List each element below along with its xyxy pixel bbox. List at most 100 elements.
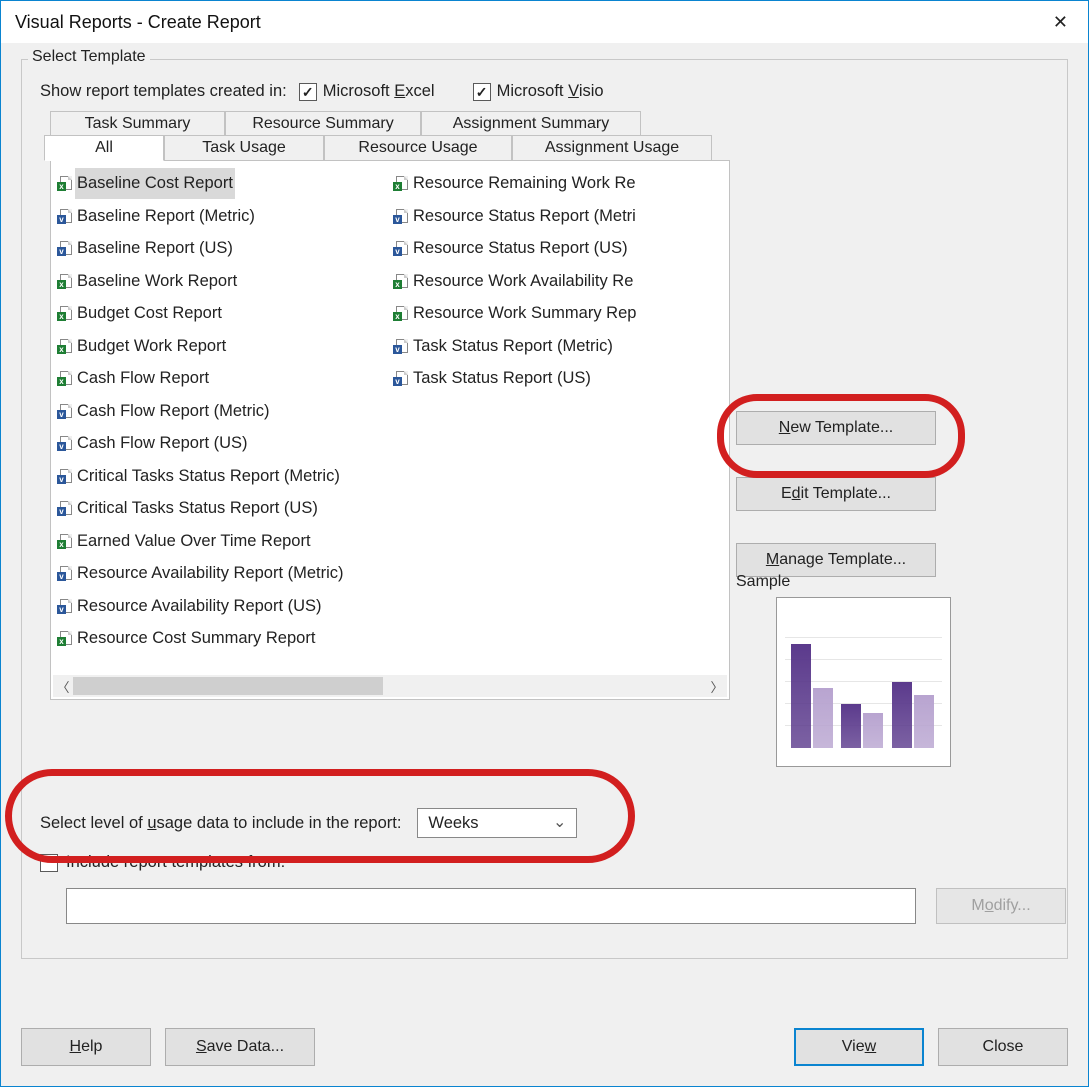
template-item[interactable]: vTask Status Report (US) xyxy=(393,362,729,395)
close-button[interactable]: Close xyxy=(938,1028,1068,1066)
excel-file-icon: x xyxy=(57,305,73,321)
visio-file-icon: v xyxy=(57,598,73,614)
edit-template-button[interactable]: Edit Template... xyxy=(736,477,936,511)
template-item-label: Cash Flow Report (Metric) xyxy=(75,396,272,427)
template-item-label: Resource Remaining Work Re xyxy=(411,168,638,199)
visio-file-icon: v xyxy=(57,240,73,256)
template-item[interactable]: vTask Status Report (Metric) xyxy=(393,330,729,363)
template-item[interactable]: xBudget Cost Report xyxy=(57,297,393,330)
visio-checkbox[interactable]: Microsoft Visio xyxy=(473,82,604,101)
filter-label: Show report templates created in: xyxy=(40,82,287,101)
template-item-label: Resource Work Summary Rep xyxy=(411,298,638,329)
template-item[interactable]: xBaseline Cost Report xyxy=(57,167,393,200)
tab-assignment-summary[interactable]: Assignment Summary xyxy=(421,111,641,136)
sample-label: Sample xyxy=(736,573,986,591)
visio-file-icon: v xyxy=(57,435,73,451)
tab-task-summary[interactable]: Task Summary xyxy=(50,111,225,136)
filter-row: Show report templates created in: Micros… xyxy=(40,82,1049,101)
template-item-label: Task Status Report (US) xyxy=(411,363,593,394)
sample-area: Sample xyxy=(736,573,986,767)
title-bar: Visual Reports - Create Report ✕ xyxy=(1,1,1088,43)
new-template-button[interactable]: New Template... xyxy=(736,411,936,445)
include-path-input[interactable] xyxy=(66,888,916,924)
tab-all[interactable]: All xyxy=(44,135,164,161)
visio-file-icon: v xyxy=(57,208,73,224)
excel-file-icon: x xyxy=(57,175,73,191)
template-item[interactable]: vCash Flow Report (US) xyxy=(57,427,393,460)
visio-file-icon: v xyxy=(393,240,409,256)
tab-resource-usage[interactable]: Resource Usage xyxy=(324,135,512,160)
template-item[interactable]: vResource Status Report (Metri xyxy=(393,200,729,233)
template-item-label: Resource Availability Report (Metric) xyxy=(75,558,346,589)
visio-file-icon: v xyxy=(393,208,409,224)
view-button[interactable]: View xyxy=(794,1028,924,1066)
horizontal-scrollbar[interactable]: 〈 〉 xyxy=(53,675,727,697)
visual-reports-dialog: Visual Reports - Create Report ✕ Select … xyxy=(0,0,1089,1087)
template-item[interactable]: vCash Flow Report (Metric) xyxy=(57,395,393,428)
excel-file-icon: x xyxy=(393,305,409,321)
usage-level-select[interactable]: Weeks xyxy=(417,808,577,838)
visio-file-icon: v xyxy=(57,468,73,484)
template-item[interactable]: xBaseline Work Report xyxy=(57,265,393,298)
tab-resource-summary[interactable]: Resource Summary xyxy=(225,111,421,136)
checkbox-icon xyxy=(40,854,58,872)
excel-checkbox[interactable]: Microsoft Excel xyxy=(299,82,435,101)
visio-file-icon: v xyxy=(57,403,73,419)
template-item[interactable]: xResource Remaining Work Re xyxy=(393,167,729,200)
template-item[interactable]: vResource Status Report (US) xyxy=(393,232,729,265)
scroll-thumb[interactable] xyxy=(73,677,383,695)
tab-assignment-usage[interactable]: Assignment Usage xyxy=(512,135,712,160)
scroll-track[interactable] xyxy=(73,675,707,697)
scroll-left-icon[interactable]: 〈 xyxy=(53,675,73,697)
sample-chart xyxy=(785,606,942,758)
template-item[interactable]: vCritical Tasks Status Report (US) xyxy=(57,492,393,525)
template-item-label: Task Status Report (Metric) xyxy=(411,331,615,362)
template-item-label: Resource Work Availability Re xyxy=(411,266,635,297)
usage-level-row: Select level of usage data to include in… xyxy=(40,808,577,838)
manage-template-button[interactable]: Manage Template... xyxy=(736,543,936,577)
scroll-right-icon[interactable]: 〉 xyxy=(707,675,727,697)
template-item[interactable]: xResource Work Summary Rep xyxy=(393,297,729,330)
include-templates-checkbox[interactable] xyxy=(40,854,58,872)
template-item-label: Resource Availability Report (US) xyxy=(75,591,324,622)
window-title: Visual Reports - Create Report xyxy=(15,12,261,33)
excel-file-icon: x xyxy=(57,338,73,354)
template-item[interactable]: xBudget Work Report xyxy=(57,330,393,363)
save-data-button[interactable]: Save Data... xyxy=(165,1028,315,1066)
template-item[interactable]: xResource Cost Summary Report xyxy=(57,622,393,655)
template-item-label: Baseline Report (US) xyxy=(75,233,235,264)
template-item[interactable]: vResource Availability Report (US) xyxy=(57,590,393,623)
template-item-label: Cash Flow Report xyxy=(75,363,211,394)
help-button[interactable]: Help xyxy=(21,1028,151,1066)
sample-preview xyxy=(776,597,951,767)
include-templates-row: Include report templates from: xyxy=(40,853,285,872)
checkbox-icon xyxy=(473,83,491,101)
template-item[interactable]: xCash Flow Report xyxy=(57,362,393,395)
template-item[interactable]: vBaseline Report (Metric) xyxy=(57,200,393,233)
template-item-label: Baseline Report (Metric) xyxy=(75,201,257,232)
excel-file-icon: x xyxy=(393,273,409,289)
excel-file-icon: x xyxy=(57,370,73,386)
template-item[interactable]: xEarned Value Over Time Report xyxy=(57,525,393,558)
template-item-label: Baseline Cost Report xyxy=(75,168,235,199)
tab-task-usage[interactable]: Task Usage xyxy=(164,135,324,160)
template-item[interactable]: vResource Availability Report (Metric) xyxy=(57,557,393,590)
close-icon[interactable]: ✕ xyxy=(1045,10,1076,35)
visio-file-icon: v xyxy=(393,338,409,354)
template-item[interactable]: vBaseline Report (US) xyxy=(57,232,393,265)
fieldset-legend: Select Template xyxy=(28,48,150,66)
template-item-label: Budget Work Report xyxy=(75,331,228,362)
template-item-label: Resource Cost Summary Report xyxy=(75,623,317,654)
template-item-label: Baseline Work Report xyxy=(75,266,239,297)
template-item-label: Budget Cost Report xyxy=(75,298,224,329)
visio-file-icon: v xyxy=(57,565,73,581)
template-item-label: Critical Tasks Status Report (US) xyxy=(75,493,320,524)
template-item[interactable]: vCritical Tasks Status Report (Metric) xyxy=(57,460,393,493)
tab-row-1: Task Summary Resource Summary Assignment… xyxy=(50,111,1049,136)
footer-buttons: Help Save Data... View Close xyxy=(21,1028,1068,1066)
template-list[interactable]: xBaseline Cost ReportvBaseline Report (M… xyxy=(50,160,730,700)
visio-file-icon: v xyxy=(393,370,409,386)
excel-file-icon: x xyxy=(57,630,73,646)
tab-row-2: All Task Usage Resource Usage Assignment… xyxy=(50,135,1049,160)
template-item[interactable]: xResource Work Availability Re xyxy=(393,265,729,298)
